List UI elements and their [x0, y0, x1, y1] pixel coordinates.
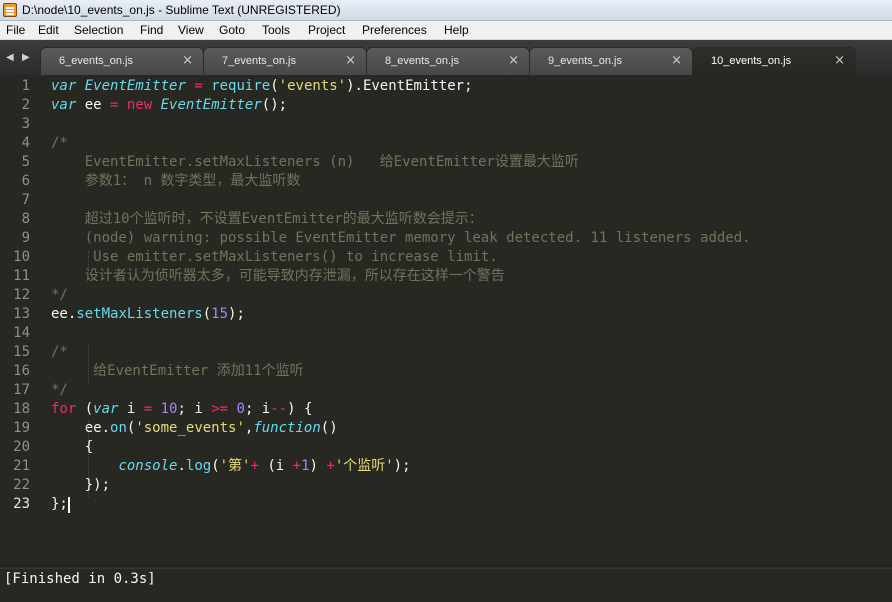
menu-file[interactable]: File: [6, 23, 25, 37]
sublime-app-icon: [3, 3, 17, 17]
code-line-9: (node) warning: possible EventEmitter me…: [51, 230, 751, 246]
text-cursor: [68, 497, 70, 513]
close-icon[interactable]: ×: [834, 53, 845, 68]
code-line-12: */: [51, 287, 68, 303]
window-title: D:\node\10_events_on.js - Sublime Text (…: [22, 3, 341, 17]
line-number: 8: [21, 211, 30, 227]
tab-8-events-on[interactable]: 8_events_on.js ×: [366, 47, 530, 75]
line-number: 9: [21, 230, 30, 246]
line-number: 16: [13, 363, 30, 379]
code-line-19: ee.on('some_events',function(): [51, 420, 338, 436]
code-line-16: 给EventEmitter 添加11个监听: [51, 363, 304, 379]
line-number: 12: [13, 287, 30, 303]
menu-bar: File Edit Selection Find View Goto Tools…: [0, 21, 892, 40]
menu-goto[interactable]: Goto: [219, 23, 245, 37]
line-number: 3: [21, 116, 30, 132]
menu-tools[interactable]: Tools: [262, 23, 290, 37]
menu-selection[interactable]: Selection: [74, 23, 123, 37]
tab-9-events-on[interactable]: 9_events_on.js ×: [529, 47, 693, 75]
code-editor[interactable]: 1 2 3 4 5 6 7 8 9 10 11 12 13 14 15 16 1…: [0, 75, 892, 565]
line-number: 20: [13, 439, 30, 455]
tab-7-events-on[interactable]: 7_events_on.js ×: [203, 47, 367, 75]
code-line-6: 参数1： n 数字类型，最大监听数: [51, 173, 301, 189]
line-number: 5: [21, 154, 30, 170]
tab-6-events-on[interactable]: 6_events_on.js ×: [40, 47, 204, 75]
tab-prev-icon[interactable]: ◀: [6, 52, 14, 63]
close-icon[interactable]: ×: [182, 53, 193, 68]
code-line-13: ee.setMaxListeners(15);: [51, 306, 245, 322]
tab-10-events-on[interactable]: 10_events_on.js ×: [692, 47, 856, 75]
line-number: 2: [21, 97, 30, 113]
code-line-11: 设计者认为侦听器太多，可能导致内存泄漏，所以存在这样一个警告: [51, 268, 505, 284]
build-output-text: [Finished in 0.3s]: [4, 571, 156, 587]
tab-label: 9_events_on.js: [548, 55, 622, 67]
line-number: 17: [13, 382, 30, 398]
menu-help[interactable]: Help: [444, 23, 469, 37]
line-number: 22: [13, 477, 30, 493]
code-line-20: {: [51, 439, 94, 455]
tab-label: 6_events_on.js: [59, 55, 133, 67]
line-number: 10: [13, 249, 30, 265]
tab-next-icon[interactable]: ▶: [22, 52, 30, 63]
close-icon[interactable]: ×: [345, 53, 356, 68]
build-output-panel: [Finished in 0.3s]: [0, 569, 892, 602]
code-line-4: /*: [51, 135, 68, 151]
line-number: 6: [21, 173, 30, 189]
tab-bar: ◀ ▶ 6_events_on.js × 7_events_on.js × 8_…: [0, 40, 892, 75]
code-line-21: console.log('第'+ (i +1) +'个监听');: [118, 458, 411, 474]
line-number-current: 23: [13, 496, 30, 512]
code-line-2: var ee = new EventEmitter();: [51, 97, 288, 113]
code-line-23: };: [51, 496, 68, 512]
code-line-17: */: [51, 382, 68, 398]
code-line-5: EventEmitter.setMaxListeners (n) 给EventE…: [51, 154, 579, 170]
line-number: 14: [13, 325, 30, 341]
code-line-22: });: [51, 477, 111, 493]
line-number: 13: [13, 306, 30, 322]
tab-label: 8_events_on.js: [385, 55, 459, 67]
close-icon[interactable]: ×: [508, 53, 519, 68]
line-number: 18: [13, 401, 30, 417]
line-gutter: 1 2 3 4 5 6 7 8 9 10 11 12 13 14 15 16 1…: [0, 75, 44, 565]
code-line-1: var EventEmitter = require('events').Eve…: [51, 78, 473, 94]
menu-view[interactable]: View: [178, 23, 204, 37]
line-number: 4: [21, 135, 30, 151]
line-number: 11: [13, 268, 30, 284]
line-number: 7: [21, 192, 30, 208]
code-line-10: Use emitter.setMaxListeners() to increas…: [51, 249, 498, 265]
menu-project[interactable]: Project: [308, 23, 345, 37]
tab-label: 7_events_on.js: [222, 55, 296, 67]
line-number: 15: [13, 344, 30, 360]
title-bar: D:\node\10_events_on.js - Sublime Text (…: [0, 0, 892, 21]
code-line-8: 超过10个监听时，不设置EventEmitter的最大监听数会提示：: [51, 211, 483, 227]
line-number: 21: [13, 458, 30, 474]
line-number: 19: [13, 420, 30, 436]
tab-label: 10_events_on.js: [711, 55, 792, 67]
code-line-15: /*: [51, 344, 68, 360]
menu-preferences[interactable]: Preferences: [362, 23, 427, 37]
menu-edit[interactable]: Edit: [38, 23, 59, 37]
code-line-18: for (var i = 10; i >= 0; i--) {: [51, 401, 313, 417]
close-icon[interactable]: ×: [671, 53, 682, 68]
line-number: 1: [21, 78, 30, 94]
menu-find[interactable]: Find: [140, 23, 163, 37]
